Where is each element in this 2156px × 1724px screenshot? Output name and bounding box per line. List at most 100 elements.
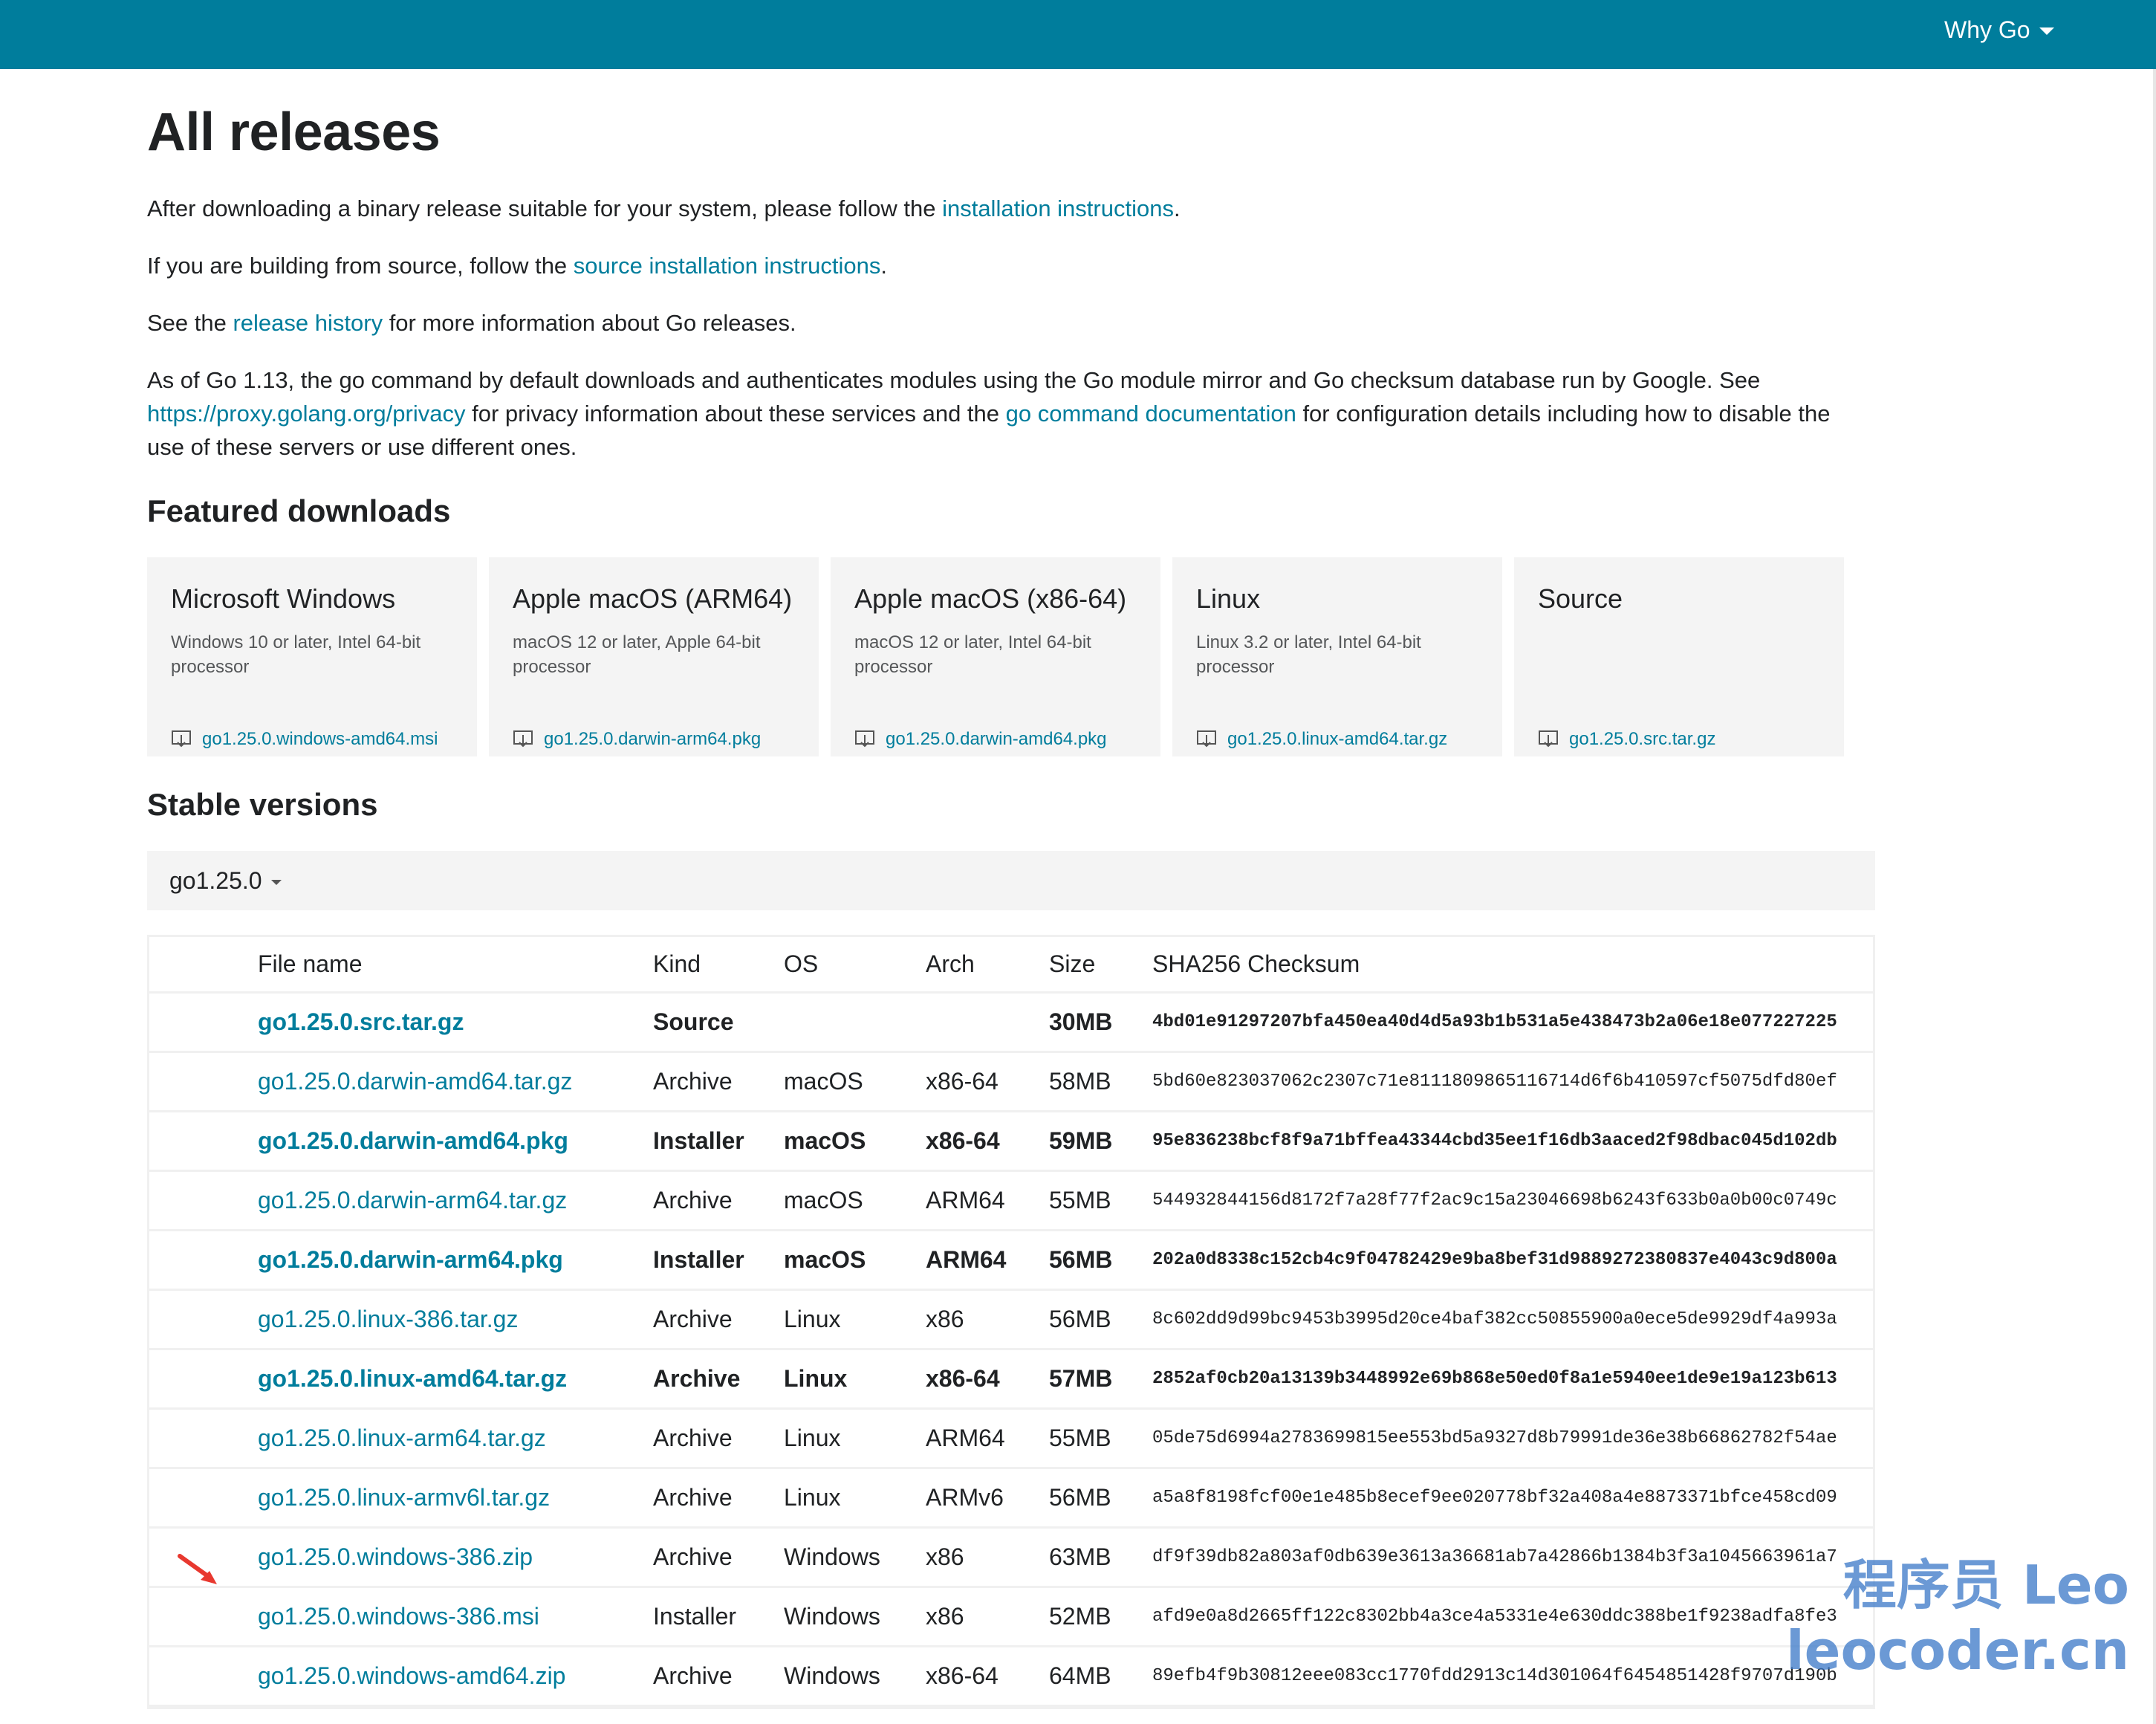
size-cell: 57MB [1049, 1364, 1113, 1392]
stable-versions-heading: Stable versions [147, 787, 378, 822]
kind-cell: Archive [653, 1186, 733, 1213]
kind-cell: Archive [653, 1067, 733, 1095]
size-cell: 56MB [1049, 1483, 1111, 1511]
file-name-link[interactable]: go1.25.0.linux-arm64.tar.gz [258, 1425, 546, 1451]
size-cell: 64MB [1049, 1662, 1111, 1689]
featured-downloads-heading: Featured downloads [147, 493, 451, 528]
proxy-privacy-link[interactable]: https://proxy.golang.org/privacy [147, 401, 465, 427]
file-name-link[interactable]: go1.25.0.darwin-amd64.pkg [258, 1127, 568, 1154]
row-spacer [149, 1587, 257, 1646]
file-name-link[interactable]: go1.25.0.windows-386.zip [258, 1543, 533, 1570]
column-header-arch: Arch [926, 950, 975, 977]
kind-cell: Archive [653, 1543, 733, 1570]
sha256-cell: 8c602dd9d99bc9453b3995d20ce4baf382cc5085… [1152, 1309, 1837, 1329]
intro-paragraph-4: As of Go 1.13, the go command by default… [147, 363, 1856, 464]
file-name-link[interactable]: go1.25.0.windows-amd64.zip [258, 1662, 565, 1689]
sha256-cell: 2852af0cb20a13139b3448992e69b868e50ed0f8… [1152, 1368, 1837, 1389]
download-icon [855, 730, 874, 748]
installation-instructions-link[interactable]: installation instructions [942, 195, 1174, 221]
file-name-link[interactable]: go1.25.0.linux-armv6l.tar.gz [258, 1484, 550, 1511]
table-row: go1.25.0.linux-amd64.tar.gz Archive Linux x… [149, 1349, 1873, 1408]
row-spacer [149, 1051, 257, 1111]
os-cell: Windows [784, 1662, 880, 1689]
file-name-cell: go1.25.0.windows-386.msi [257, 1587, 652, 1646]
card-download-filename: go1.25.0.linux-amd64.tar.gz [1227, 729, 1448, 749]
row-spacer [149, 1468, 257, 1527]
os-cell: macOS [784, 1245, 866, 1273]
version-toggle[interactable]: go1.25.0 [147, 851, 1875, 910]
row-spacer [149, 1111, 257, 1170]
why-go-menu[interactable]: Why Go [1944, 15, 2054, 45]
file-name-link[interactable]: go1.25.0.darwin-arm64.tar.gz [258, 1187, 567, 1213]
table-row: go1.25.0.windows-386.msi Installer Windows… [149, 1587, 1873, 1646]
arch-cell: x86 [926, 1305, 964, 1332]
file-name-link[interactable]: go1.25.0.darwin-amd64.tar.gz [258, 1068, 572, 1095]
card-title: Apple macOS (x86-64) [854, 583, 1127, 614]
file-name-link[interactable]: go1.25.0.linux-amd64.tar.gz [258, 1365, 567, 1392]
file-name-cell: go1.25.0.windows-386.zip [257, 1527, 652, 1587]
file-name-cell: go1.25.0.darwin-arm64.tar.gz [257, 1170, 652, 1230]
column-header-sha256: SHA256 Checksum [1152, 950, 1360, 977]
card-title: Linux [1196, 583, 1261, 614]
card-download-link[interactable]: go1.25.0.src.tar.gz [1538, 728, 1715, 751]
sha256-cell: 89efb4f9b30812eee083cc1770fdd2913c14d301… [1152, 1665, 1837, 1686]
download-icon [513, 730, 533, 748]
size-cell: 56MB [1049, 1305, 1111, 1332]
file-name-cell: go1.25.0.darwin-amd64.pkg [257, 1111, 652, 1170]
arch-cell: x86 [926, 1602, 964, 1630]
page-scrollbar-edge [2153, 69, 2156, 1724]
card-title: Apple macOS (ARM64) [513, 583, 793, 614]
intro-text: . [1173, 195, 1181, 221]
file-name-cell: go1.25.0.linux-amd64.tar.gz [257, 1349, 652, 1408]
card-download-link[interactable]: go1.25.0.linux-amd64.tar.gz [1196, 728, 1447, 751]
sha256-cell: 202a0d8338c152cb4c9f04782429e9ba8bef31d9… [1152, 1249, 1837, 1270]
os-cell: Linux [784, 1424, 841, 1451]
sha256-cell: 5bd60e823037062c2307c71e8111809865116714… [1152, 1071, 1837, 1092]
file-name-cell: go1.25.0.darwin-arm64.pkg [257, 1230, 652, 1289]
kind-cell: Archive [653, 1364, 741, 1392]
size-cell: 58MB [1049, 1067, 1111, 1095]
download-icon [1539, 730, 1558, 748]
watermark-author: 程序员 Leo [1842, 1554, 2129, 1616]
release-history-link[interactable]: release history [233, 310, 383, 336]
card-download-link[interactable]: go1.25.0.darwin-arm64.pkg [513, 728, 761, 751]
go-command-documentation-link[interactable]: go command documentation [1006, 401, 1296, 427]
file-name-cell: go1.25.0.src.tar.gz [257, 992, 652, 1051]
version-label: go1.25.0 [169, 867, 262, 894]
row-spacer [149, 1230, 257, 1289]
file-name-cell: go1.25.0.linux-386.tar.gz [257, 1289, 652, 1349]
file-name-link[interactable]: go1.25.0.linux-386.tar.gz [258, 1306, 518, 1332]
file-name-cell: go1.25.0.linux-armv6l.tar.gz [257, 1468, 652, 1527]
source-installation-instructions-link[interactable]: source installation instructions [574, 253, 881, 279]
featured-card-macos-arm64: Apple macOS (ARM64) macOS 12 or later, A… [489, 557, 819, 756]
file-name-link[interactable]: go1.25.0.src.tar.gz [258, 1008, 464, 1035]
row-spacer [149, 1170, 257, 1230]
intro-text: . [880, 253, 887, 279]
card-download-link[interactable]: go1.25.0.darwin-amd64.pkg [854, 728, 1107, 751]
intro-text: After downloading a binary release suita… [147, 195, 943, 221]
card-description [1538, 630, 1820, 679]
os-cell: Linux [784, 1305, 841, 1332]
intro-text: As of Go 1.13, the go command by default… [147, 367, 1761, 393]
os-cell: Linux [784, 1483, 841, 1511]
arch-cell: x86-64 [926, 1662, 999, 1689]
download-icon [172, 730, 191, 748]
intro-paragraph-3: See the release history for more informa… [147, 306, 1856, 340]
os-cell: macOS [784, 1067, 863, 1095]
arch-cell: x86 [926, 1543, 964, 1570]
row-spacer [149, 992, 257, 1051]
main-content: All releases After downloading a binary … [147, 97, 2004, 1709]
table-header-spacer [149, 937, 257, 992]
table-row: go1.25.0.linux-arm64.tar.gz Archive Linux A… [149, 1408, 1873, 1468]
card-download-link[interactable]: go1.25.0.windows-amd64.msi [171, 728, 438, 751]
size-cell: 55MB [1049, 1186, 1111, 1213]
table-row: go1.25.0.darwin-arm64.pkg Installer macOS A… [149, 1230, 1873, 1289]
sha256-cell: 05de75d6994a2783699815ee553bd5a9327d8b79… [1152, 1428, 1837, 1448]
column-header-os: OS [784, 950, 819, 977]
file-name-link[interactable]: go1.25.0.windows-386.msi [258, 1603, 539, 1630]
intro-paragraph-1: After downloading a binary release suita… [147, 192, 1856, 225]
intro-paragraph-2: If you are building from source, follow … [147, 249, 1856, 282]
intro-text: See the [147, 310, 233, 336]
file-name-link[interactable]: go1.25.0.darwin-arm64.pkg [258, 1246, 563, 1273]
kind-cell: Source [653, 1008, 734, 1035]
